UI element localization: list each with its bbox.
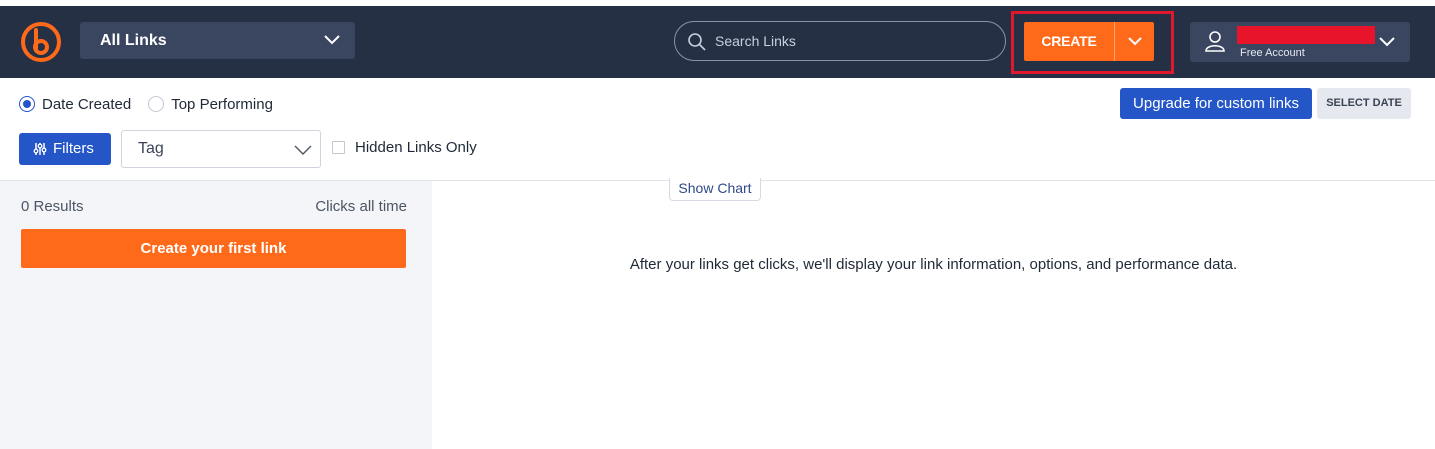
user-icon <box>1205 31 1225 52</box>
create-highlight-box <box>1011 11 1174 74</box>
hidden-links-toggle[interactable]: Hidden Links Only <box>332 139 477 156</box>
sort-option-date-created[interactable]: Date Created <box>19 96 131 113</box>
sort-label: Date Created <box>42 95 132 113</box>
tag-select[interactable]: Tag <box>121 130 321 168</box>
radio-selected-icon[interactable] <box>19 96 35 112</box>
sliders-icon <box>33 143 47 155</box>
account-menu[interactable]: Free Account <box>1190 22 1410 62</box>
chevron-down-icon <box>1379 37 1395 47</box>
filters-label: Filters <box>53 140 94 157</box>
chevron-down-icon <box>294 145 312 155</box>
bitly-logo-icon[interactable] <box>20 21 62 63</box>
radio-unselected-icon[interactable] <box>148 96 165 112</box>
links-sidebar: 0 Results Clicks all time Create your fi… <box>0 181 432 449</box>
empty-state-message: After your links get clicks, we'll displ… <box>629 256 1238 273</box>
tag-select-label: Tag <box>138 140 164 157</box>
upgrade-button[interactable]: Upgrade for custom links <box>1120 88 1312 119</box>
search-icon <box>688 33 706 51</box>
link-filter-label: All Links <box>100 32 167 49</box>
hidden-links-label: Hidden Links Only <box>355 139 477 156</box>
sort-options: Date Created Top Performing <box>19 94 290 114</box>
app-header: All Links CREATE Free Account <box>0 6 1435 78</box>
hidden-links-checkbox[interactable] <box>332 141 345 154</box>
redacted-username <box>1237 26 1375 44</box>
sort-label: Top Performing <box>171 95 273 113</box>
search-box[interactable] <box>674 21 1006 61</box>
show-chart-button[interactable]: Show Chart <box>669 178 761 201</box>
clicks-all-time-label: Clicks all time <box>315 198 407 215</box>
link-filter-select[interactable]: All Links <box>80 22 355 59</box>
account-plan: Free Account <box>1240 47 1305 59</box>
search-input[interactable] <box>715 22 995 60</box>
results-count: 0 Results <box>21 198 84 215</box>
select-date-button[interactable]: SELECT DATE <box>1317 88 1411 119</box>
chevron-down-icon <box>324 35 340 45</box>
create-first-link-button[interactable]: Create your first link <box>21 229 406 268</box>
filters-button[interactable]: Filters <box>19 133 111 165</box>
sort-option-top-performing[interactable]: Top Performing <box>148 96 273 113</box>
